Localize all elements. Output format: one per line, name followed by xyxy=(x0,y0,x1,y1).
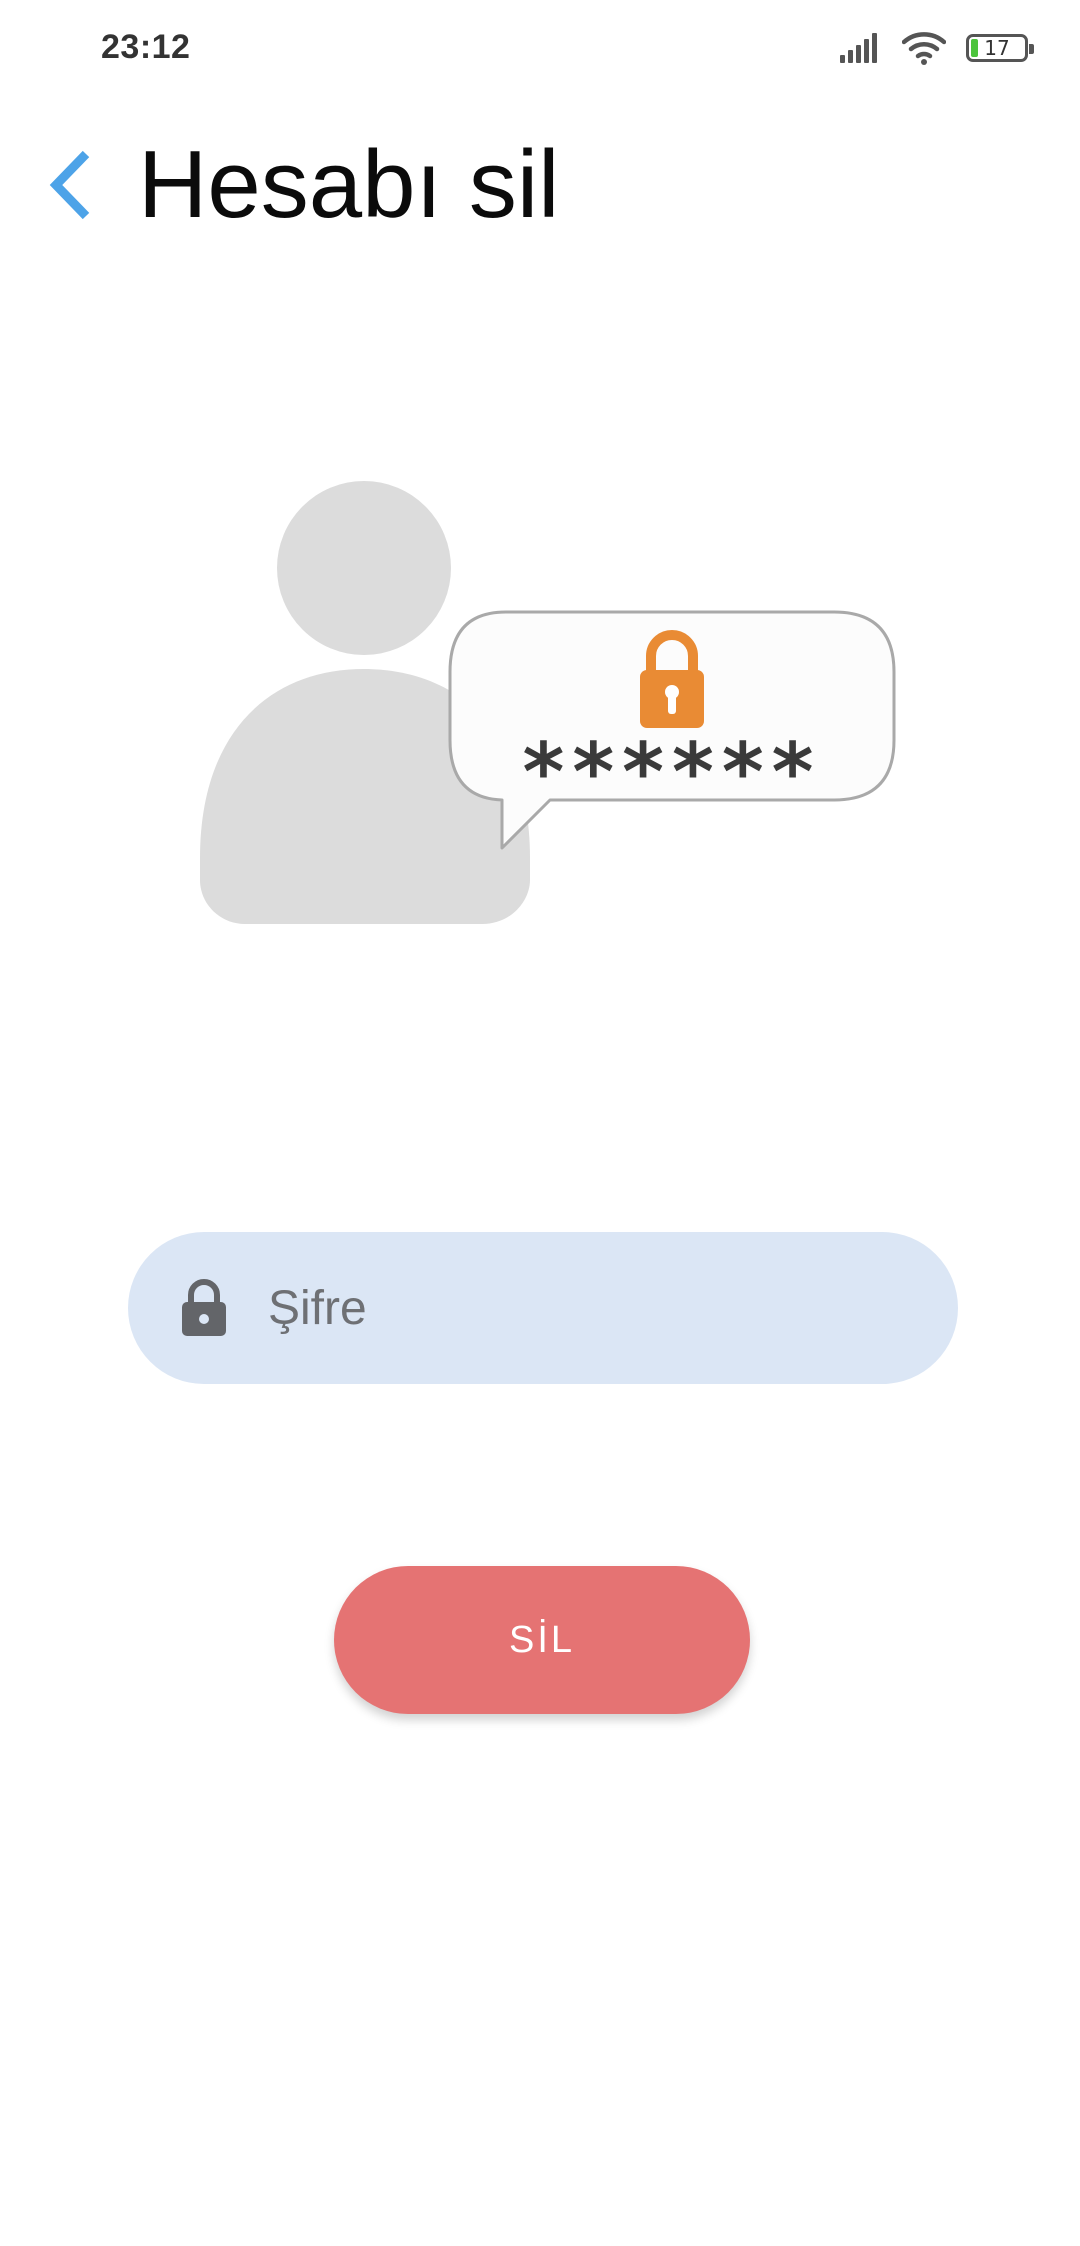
signal-icon xyxy=(840,33,877,63)
back-button[interactable] xyxy=(40,140,100,230)
password-input[interactable] xyxy=(268,1280,908,1336)
status-bar: 23:12 17 xyxy=(0,0,1080,96)
chevron-left-icon xyxy=(49,150,90,220)
password-field[interactable] xyxy=(128,1232,958,1384)
status-time: 23:12 xyxy=(101,28,191,66)
status-icons: 17 xyxy=(840,28,1034,68)
page-title: Hesabı sil xyxy=(138,131,560,238)
lock-icon xyxy=(178,1278,230,1338)
masked-password: ****** xyxy=(522,726,821,819)
wifi-icon xyxy=(902,32,946,65)
delete-button[interactable]: SİL xyxy=(334,1566,750,1714)
battery-level: 17 xyxy=(984,36,1010,60)
battery-icon: 17 xyxy=(966,34,1034,62)
account-password-illustration: ****** xyxy=(190,470,910,940)
